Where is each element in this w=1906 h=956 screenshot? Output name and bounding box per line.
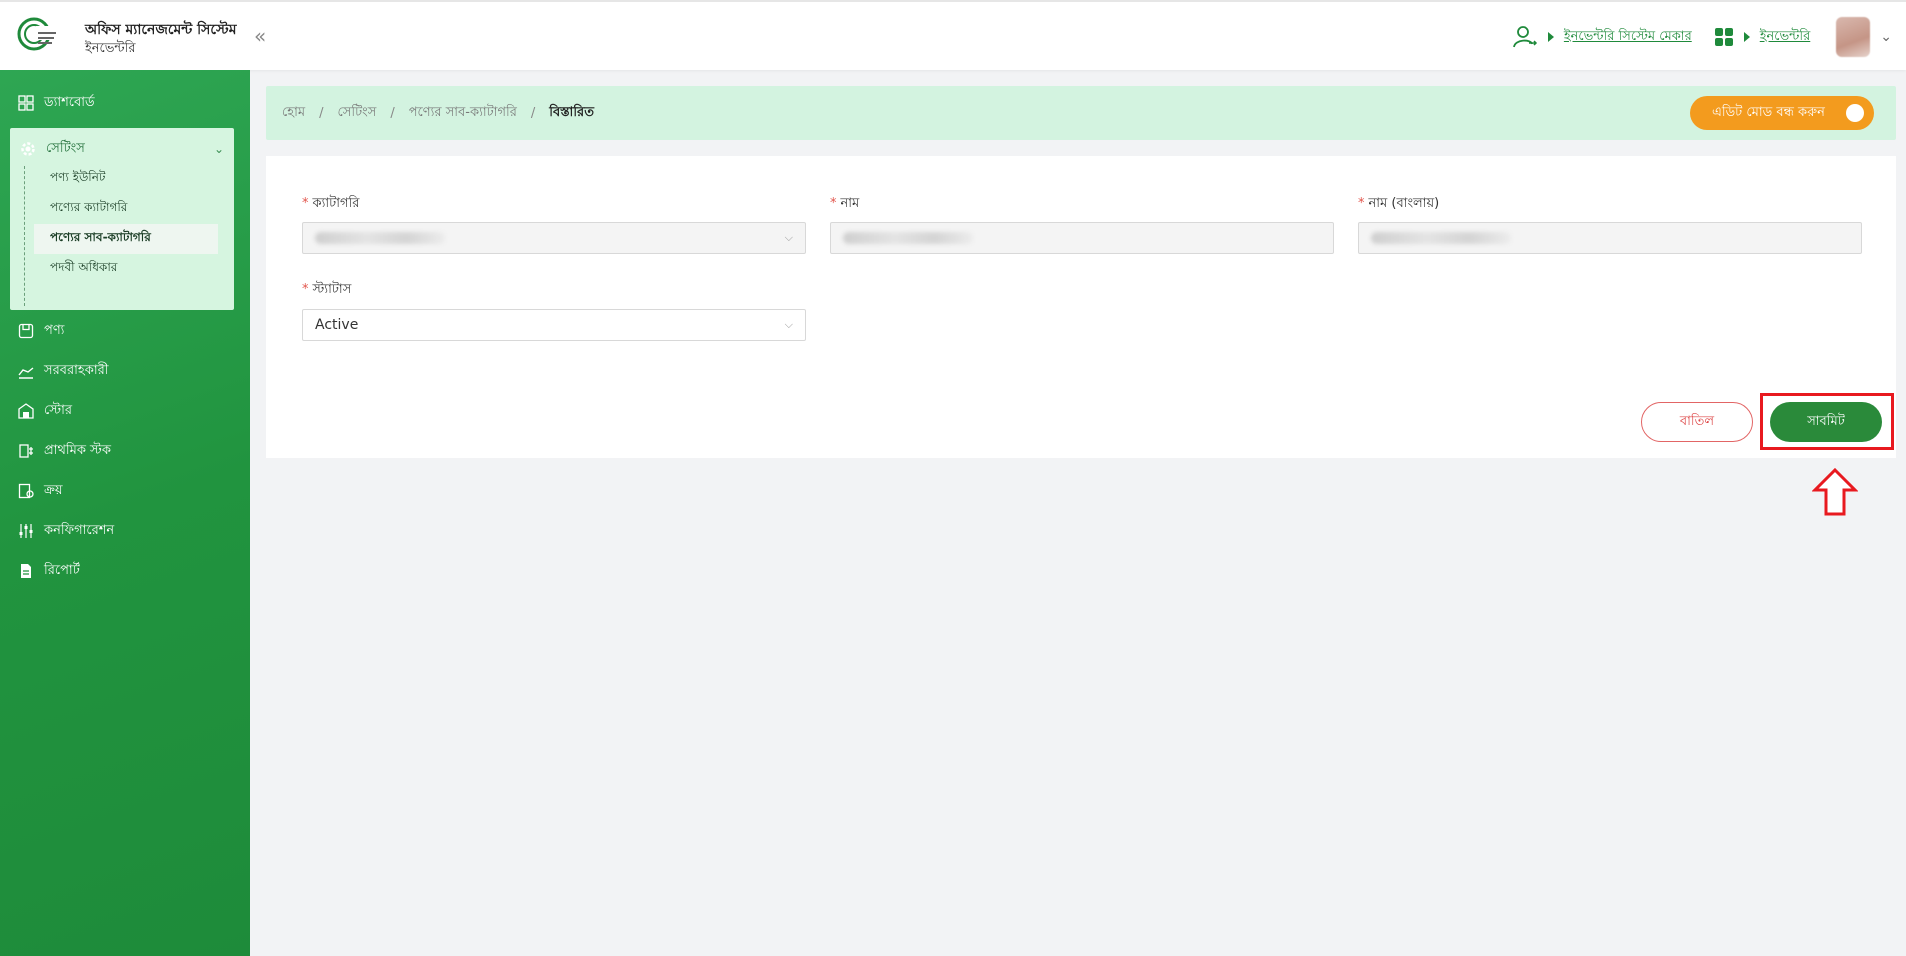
box-icon [18, 323, 34, 339]
stock-icon [19, 444, 33, 458]
name-bn-label-text: নাম (বাংলায়) [1368, 196, 1440, 211]
caret-right-icon [1547, 32, 1554, 42]
module-link[interactable]: ইনভেন্টরি [1760, 27, 1811, 48]
breadcrumb-separator: / [390, 105, 395, 121]
sidebar-subitem-label: পণ্যের ক্যাটাগরি [50, 200, 128, 214]
breadcrumb: হোম / সেটিংস / পণ্যের সাব-ক্যাটাগরি / বি… [266, 86, 1896, 140]
sidebar-item-report[interactable]: রিপোর্ট [18, 558, 80, 584]
sidebar-item-label: পণ্য [44, 322, 65, 338]
status-select[interactable]: Active ⌵ [302, 309, 806, 341]
breadcrumb-current: বিস্তারিত [549, 104, 594, 120]
chevron-down-icon: ⌵ [784, 231, 793, 244]
blurred-value [315, 232, 445, 244]
breadcrumb-separator: / [530, 105, 536, 121]
apps-grid-icon[interactable] [1714, 27, 1734, 47]
sidebar-item-products[interactable]: পণ্য [18, 318, 64, 344]
category-label: * ক্যাটাগরি [302, 194, 359, 215]
submit-highlight-box [1760, 393, 1894, 450]
chevron-down-icon: ⌵ [784, 318, 793, 331]
double-chevron-left-icon[interactable]: « [254, 26, 274, 46]
status-label: * স্ট্যাটাস [302, 280, 351, 301]
cancel-button[interactable]: বাতিল [1641, 402, 1753, 442]
name-label-text: নাম [840, 196, 860, 211]
sliders-icon [19, 524, 33, 538]
category-label-text: ক্যাটাগরি [312, 196, 360, 211]
purchase-icon [18, 483, 34, 499]
breadcrumb-separator: / [319, 105, 324, 121]
supplier-icon [18, 367, 34, 379]
chevron-down-icon[interactable]: ⌄ [1880, 29, 1892, 45]
breadcrumb-settings[interactable]: সেটিংস [337, 103, 376, 124]
name-field[interactable] [830, 222, 1334, 254]
report-icon [21, 564, 31, 578]
sidebar-subitem-product-unit[interactable]: পণ্য ইউনিট [34, 164, 218, 194]
name-bn-label: * নাম (বাংলায়) [1358, 194, 1439, 215]
header-right: ইনভেন্টরি সিস্টেম মেকার ইনভেন্টরি ⌄ [1512, 17, 1892, 57]
app-subtitle: ইনভেন্টরি [85, 41, 136, 56]
caret-right-icon [1743, 32, 1750, 42]
breadcrumb-home[interactable]: হোম [282, 103, 305, 124]
name-bn-field[interactable] [1358, 222, 1862, 254]
sidebar: ড্যাশবোর্ড সেটিংস ⌄ পণ্য ইউনিট পণ্যের ক্… [0, 70, 250, 956]
edit-mode-label: এডিট মোড বন্ধ করুন [1712, 104, 1825, 120]
sidebar-item-label: স্টোর [44, 402, 72, 418]
sidebar-item-store[interactable]: স্টোর [18, 398, 72, 424]
sidebar-item-label: কনফিগারেশন [44, 522, 115, 538]
breadcrumb-subcategory[interactable]: পণ্যের সাব-ক্যাটাগরি [409, 103, 517, 124]
user-switch-icon[interactable] [1512, 24, 1538, 50]
sidebar-item-label: ক্রয় [44, 482, 63, 498]
sidebar-subitem-product-subcategory[interactable]: পণ্যের সাব-ক্যাটাগরি [34, 224, 218, 254]
sidebar-subitem-label: পণ্যের সাব-ক্যাটাগরি [50, 230, 151, 244]
sidebar-item-label: রিপোর্ট [44, 562, 80, 578]
top-header: অফিস ম্যানেজমেন্ট সিস্টেম ইনভেন্টরি « ইন… [0, 0, 1906, 70]
sidebar-item-configuration[interactable]: কনফিগারেশন [18, 518, 114, 544]
up-arrow-annotation-icon [1812, 468, 1858, 516]
required-mark: * [302, 196, 309, 211]
sidebar-subitem-label: পদবী অধিকার [50, 260, 118, 274]
required-mark: * [1358, 196, 1365, 211]
required-mark: * [830, 196, 837, 211]
sidebar-subitem-designation-rights[interactable]: পদবী অধিকার [34, 254, 218, 284]
sidebar-item-label: সরবরাহকারী [44, 362, 109, 378]
sidebar-item-label: ড্যাশবোর্ড [44, 94, 95, 110]
toggle-knob [1846, 104, 1864, 122]
sidebar-item-label: সেটিংস [46, 140, 85, 156]
category-select[interactable]: ⌵ [302, 222, 806, 254]
edit-mode-toggle[interactable]: এডিট মোড বন্ধ করুন [1690, 96, 1874, 130]
blurred-value [1371, 232, 1511, 244]
status-label-text: স্ট্যাটাস [312, 282, 352, 297]
blurred-value [843, 232, 973, 244]
sidebar-item-initial-stock[interactable]: প্রাথমিক স্টক [18, 438, 111, 464]
dashboard-grid-icon [18, 95, 34, 111]
sidebar-subitem-label: পণ্য ইউনিট [50, 170, 106, 184]
sidebar-subitem-product-category[interactable]: পণ্যের ক্যাটাগরি [34, 194, 218, 224]
sidebar-item-purchase[interactable]: ক্রয় [18, 478, 63, 504]
app-logo [17, 17, 56, 51]
avatar[interactable] [1836, 17, 1871, 57]
status-value: Active [315, 317, 359, 333]
sidebar-item-label: প্রাথমিক স্টক [44, 442, 111, 458]
required-mark: * [302, 282, 309, 297]
settings-menu-group: সেটিংস ⌄ পণ্য ইউনিট পণ্যের ক্যাটাগরি পণ্… [10, 128, 234, 310]
submenu-guide-line [24, 166, 25, 306]
sidebar-item-settings[interactable]: সেটিংস ⌄ [20, 136, 224, 162]
sidebar-item-suppliers[interactable]: সরবরাহকারী [18, 358, 108, 384]
sidebar-item-dashboard[interactable]: ড্যাশবোর্ড [18, 90, 95, 116]
name-label: * নাম [830, 194, 859, 215]
chevron-down-icon: ⌄ [213, 142, 224, 156]
store-icon [18, 403, 34, 419]
role-link[interactable]: ইনভেন্টরি সিস্টেম মেকার [1564, 27, 1692, 48]
gear-icon [21, 142, 35, 156]
